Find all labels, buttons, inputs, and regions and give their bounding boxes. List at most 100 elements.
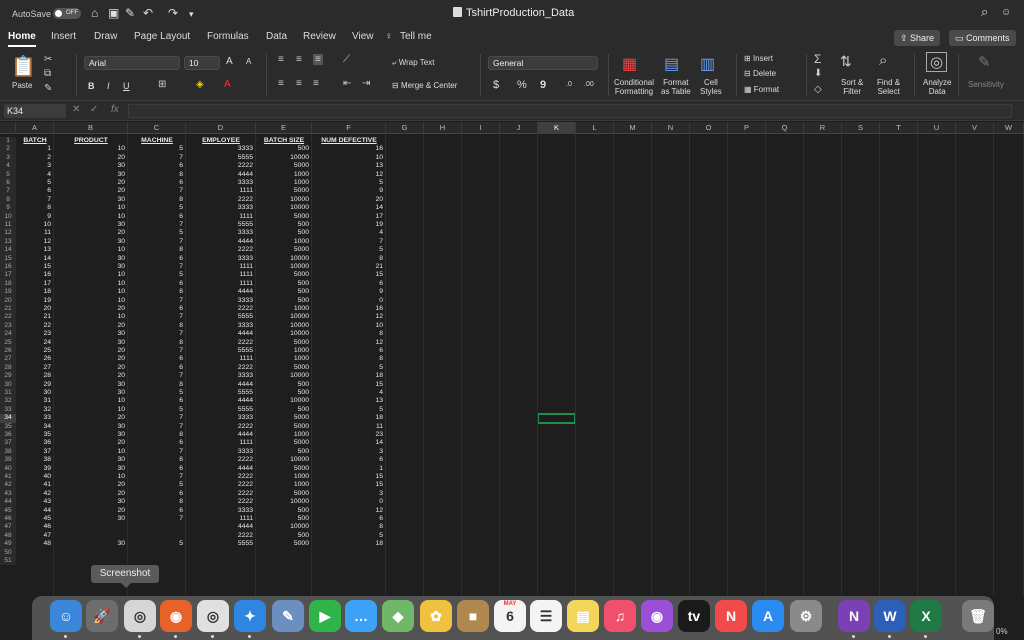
italic-button[interactable]: I [107,81,110,91]
comments-button[interactable]: ▭ Comments [949,30,1016,46]
analyze-data-icon[interactable]: ◎ [926,52,948,72]
data-cell[interactable]: 10 [54,145,128,153]
data-cell[interactable]: 5 [16,179,54,187]
data-cell[interactable]: 30 [54,330,128,338]
column-header-f[interactable]: F [312,122,386,134]
chrome-icon[interactable]: ◎ [197,600,229,632]
data-cell[interactable]: 6 [128,162,186,170]
data-cell[interactable]: 30 [54,515,128,523]
row-header-23[interactable]: 23 [0,321,16,331]
data-cell[interactable]: 10000 [256,498,312,506]
data-cell[interactable]: 5555 [186,347,256,355]
data-cell[interactable]: 1111 [186,515,256,523]
row-header-44[interactable]: 44 [0,498,16,507]
data-cell[interactable]: 30 [16,389,54,397]
data-cell[interactable]: 6 [128,179,186,187]
data-cell[interactable]: 6 [312,347,386,355]
data-cell[interactable]: 20 [54,507,128,515]
data-cell[interactable]: 5 [128,406,186,414]
row-header-30[interactable]: 30 [0,380,16,389]
data-cell[interactable]: 10000 [256,263,312,271]
data-cell[interactable]: 30 [54,171,128,179]
data-cell[interactable]: 7 [128,423,186,431]
data-cell[interactable]: 14 [16,255,54,263]
percent-button[interactable]: % [517,79,527,91]
data-cell[interactable]: 11 [312,423,386,431]
align-middle-icon[interactable]: ≡ [296,54,302,65]
column-header-w[interactable]: W [994,122,1024,134]
data-cell[interactable]: 8 [312,255,386,263]
row-header-42[interactable]: 42 [0,481,16,490]
row-header-38[interactable]: 38 [0,447,16,457]
data-cell[interactable]: 48 [16,540,54,548]
data-cell[interactable]: 8 [128,171,186,179]
data-cell[interactable]: 10000 [256,322,312,330]
data-cell[interactable]: 4444 [186,431,256,439]
tab-data[interactable]: Data [266,31,287,42]
bold-button[interactable]: B [88,81,95,91]
reminders-icon[interactable]: ☰ [530,600,562,632]
data-cell[interactable]: 30 [54,465,128,473]
data-cell[interactable]: 5 [128,145,186,153]
data-cell[interactable]: 5 [128,481,186,489]
data-cell[interactable]: 0 [312,498,386,506]
data-cell[interactable]: 5000 [256,414,312,422]
row-header-45[interactable]: 45 [0,506,16,515]
data-cell[interactable]: 20 [54,154,128,162]
data-cell[interactable]: 5 [312,364,386,372]
wrap-text-button[interactable]: ⤶ Wrap Text [392,58,434,68]
data-cell[interactable]: 5000 [256,339,312,347]
tab-review[interactable]: Review [303,31,336,42]
data-cell[interactable]: 5555 [186,389,256,397]
data-cell[interactable]: 7 [128,414,186,422]
data-cell[interactable]: 3333 [186,229,256,237]
data-cell[interactable]: 5000 [256,490,312,498]
data-cell[interactable]: 10 [54,246,128,254]
row-header-31[interactable]: 31 [0,389,16,398]
data-cell[interactable]: 1000 [256,473,312,481]
fill-color-icon[interactable]: ◈ [196,79,204,90]
data-cell[interactable]: 5 [312,179,386,187]
app-store-icon[interactable]: A [752,600,784,632]
apple-tv-icon[interactable]: tv [678,600,710,632]
data-cell[interactable]: 10 [54,297,128,305]
row-header-33[interactable]: 33 [0,405,16,415]
data-cell[interactable]: 5000 [256,271,312,279]
data-cell[interactable]: 19 [312,221,386,229]
data-cell[interactable]: 40 [16,473,54,481]
data-cell[interactable]: 10000 [256,397,312,405]
data-cell[interactable]: 30 [54,389,128,397]
column-title-cell[interactable]: BATCH SIZE [256,137,312,145]
row-header-15[interactable]: 15 [0,254,16,263]
data-cell[interactable]: 8 [128,288,186,296]
data-cell[interactable]: 4444 [186,397,256,405]
data-cell[interactable]: 7 [128,297,186,305]
font-color-icon[interactable]: A [224,79,231,90]
data-cell[interactable]: 10 [54,448,128,456]
data-cell[interactable]: 17 [312,213,386,221]
data-cell[interactable]: 19 [16,297,54,305]
column-header-c[interactable]: C [128,122,186,134]
data-cell[interactable]: 38 [16,456,54,464]
save-icon[interactable]: ▣ [108,6,119,20]
data-cell[interactable]: 500 [256,145,312,153]
row-header-11[interactable]: 11 [0,221,16,230]
data-cell[interactable]: 6 [128,305,186,313]
data-cell[interactable]: 10000 [256,456,312,464]
row-header-49[interactable]: 49 [0,540,16,549]
data-cell[interactable]: 1000 [256,238,312,246]
column-header-h[interactable]: H [424,122,462,134]
column-header-u[interactable]: U [918,122,956,134]
data-cell[interactable]: 7 [128,473,186,481]
tell-me[interactable]: Tell me [400,31,432,42]
find-select-button[interactable]: Find & Select [877,78,900,96]
data-cell[interactable]: 3333 [186,179,256,187]
data-cell[interactable]: 500 [256,280,312,288]
row-header-19[interactable]: 19 [0,288,16,297]
formula-input[interactable] [128,104,1012,118]
data-cell[interactable]: 500 [256,406,312,414]
tab-formulas[interactable]: Formulas [207,31,249,42]
data-cell[interactable]: 30 [54,221,128,229]
data-cell[interactable]: 47 [16,532,54,540]
row-header-35[interactable]: 35 [0,422,16,431]
